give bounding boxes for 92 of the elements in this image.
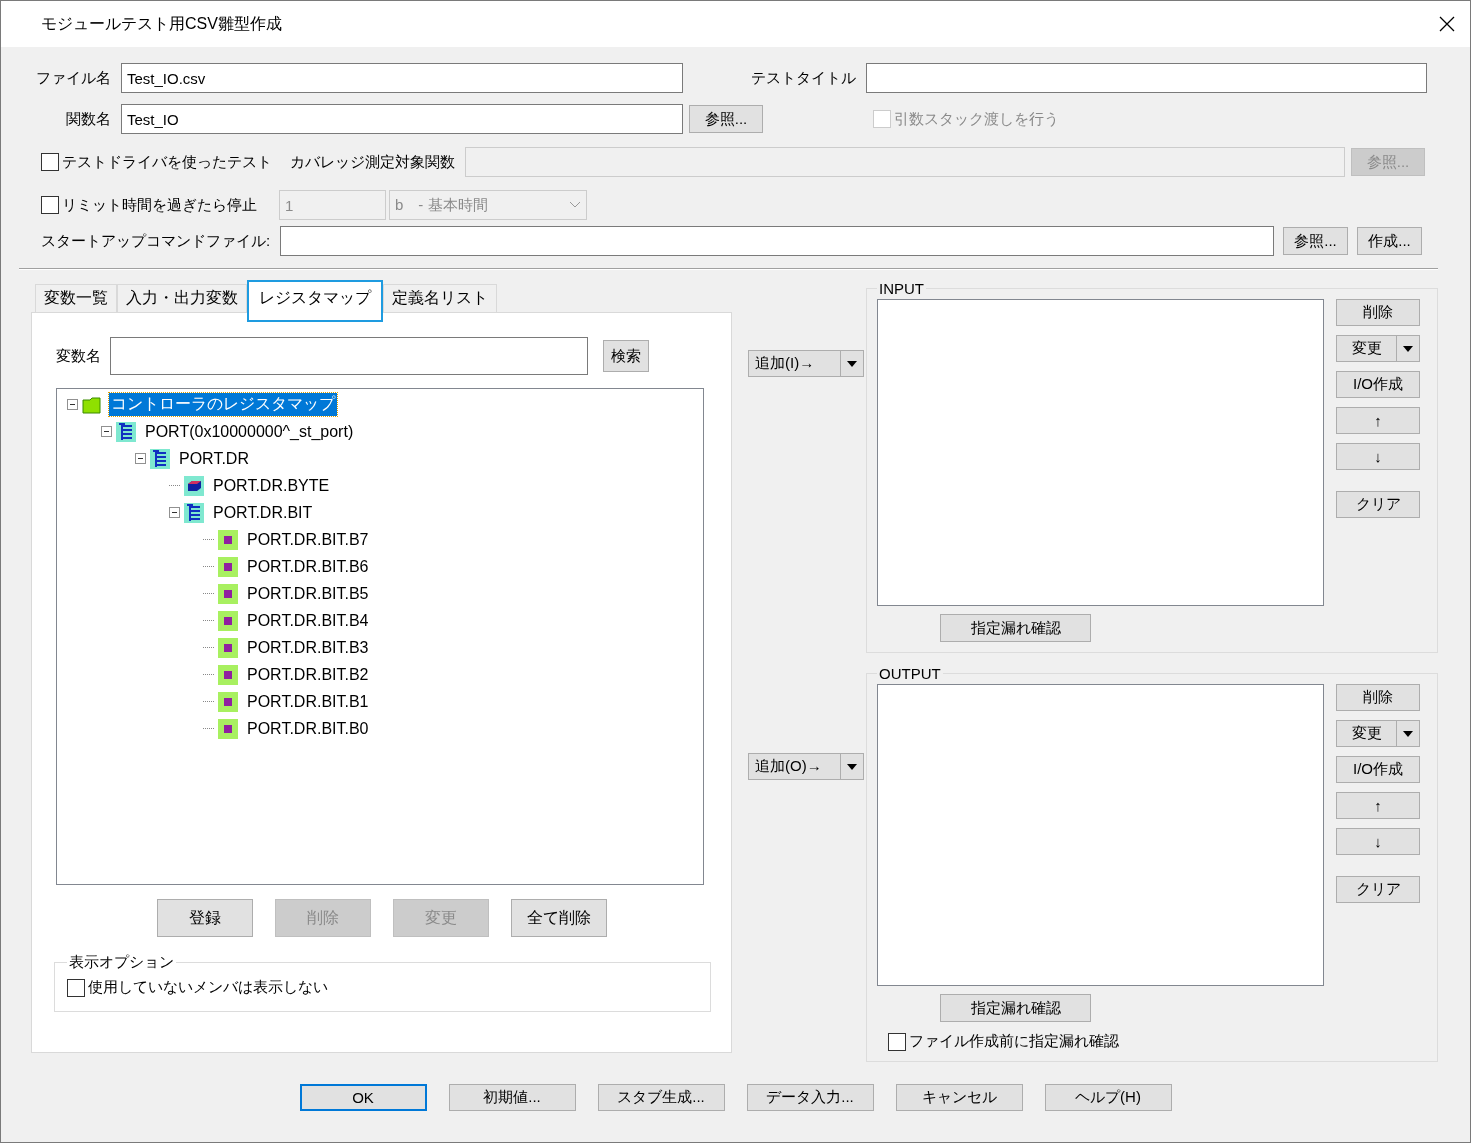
caret-icon <box>1403 730 1413 737</box>
tree-item[interactable]: PORT.DR.BIT <box>211 502 315 523</box>
collapse-icon[interactable] <box>169 507 180 518</box>
checkbox-label: 使用していないメンバは表示しない <box>88 978 328 997</box>
checkbox-label: ファイル作成前に指定漏れ確認 <box>909 1032 1119 1051</box>
block-icon <box>184 475 204 496</box>
checkbox[interactable] <box>888 1032 906 1051</box>
push-button[interactable]: 初期値... <box>448 1084 576 1111</box>
push-button[interactable]: 作成... <box>1357 227 1422 255</box>
text-field[interactable]: Test_IO.csv <box>121 63 683 93</box>
bit-icon <box>218 637 238 658</box>
push-button[interactable]: 全て削除 <box>510 899 607 937</box>
push-button[interactable]: OK <box>299 1084 427 1111</box>
checkbox-label: テストドライバを使ったテスト <box>62 152 272 172</box>
bit-icon <box>218 556 238 577</box>
push-button[interactable]: クリア <box>1336 491 1420 518</box>
text-field[interactable]: Test_IO <box>121 104 683 134</box>
group-title: OUTPUT <box>878 665 942 682</box>
tree-item[interactable]: PORT.DR.BIT.B4 <box>245 610 371 631</box>
window-title: モジュールテスト用CSV雛型作成 <box>41 13 282 34</box>
tab[interactable]: 入力・出力変数 <box>117 284 247 312</box>
chevron-icon <box>569 201 581 209</box>
push-button[interactable]: I/O作成 <box>1336 371 1420 398</box>
push-button[interactable]: 削除 <box>1336 299 1420 326</box>
caret-icon <box>1403 345 1413 352</box>
tree-item[interactable]: PORT.DR.BIT.B6 <box>245 556 371 577</box>
tree-item[interactable]: PORT.DR.BIT.B3 <box>245 637 371 658</box>
checkbox-label: 引数スタック渡しを行う <box>894 109 1059 129</box>
checkbox[interactable] <box>41 153 59 171</box>
field-label: ファイル名 <box>35 68 111 88</box>
push-button[interactable]: I/O作成 <box>1336 756 1420 783</box>
push-button[interactable]: 指定漏れ確認 <box>940 614 1091 642</box>
tree-item[interactable]: PORT.DR.BIT.B0 <box>245 718 371 739</box>
bit-icon <box>218 691 238 712</box>
text-field[interactable] <box>866 63 1427 93</box>
tree-item[interactable]: PORT.DR.BIT.B7 <box>245 529 371 550</box>
search-button[interactable]: 検索 <box>603 340 649 372</box>
collapse-icon[interactable] <box>135 453 146 464</box>
close-icon[interactable] <box>1438 15 1456 33</box>
caret-icon <box>847 763 857 770</box>
push-button[interactable]: 参照... <box>1283 227 1348 255</box>
folder-icon <box>82 394 102 415</box>
field-label: スタートアップコマンドファイル: <box>41 231 271 251</box>
bit-icon <box>218 718 238 739</box>
push-button[interactable]: 指定漏れ確認 <box>940 994 1091 1022</box>
add-button[interactable]: 追加(I)→ <box>748 350 864 377</box>
push-button[interactable]: 登録 <box>156 899 253 937</box>
checkbox[interactable] <box>41 196 59 214</box>
push-button[interactable]: ヘルプ(H) <box>1044 1084 1172 1111</box>
text-field[interactable] <box>280 226 1274 256</box>
collapse-icon[interactable] <box>67 399 78 410</box>
split-button[interactable]: 変更 <box>1336 720 1420 747</box>
tree-item[interactable]: PORT.DR.BIT.B5 <box>245 583 371 604</box>
search-field[interactable] <box>110 337 588 375</box>
push-button[interactable]: ↑ <box>1336 407 1420 434</box>
push-button[interactable]: 削除 <box>1336 684 1420 711</box>
push-button[interactable]: ↑ <box>1336 792 1420 819</box>
caret-icon <box>847 360 857 367</box>
push-button[interactable]: データ入力... <box>746 1084 874 1111</box>
list-icon <box>184 502 204 523</box>
tab[interactable]: レジスタマップ <box>247 280 383 322</box>
field-label: カバレッジ測定対象関数 <box>290 152 455 172</box>
bit-icon <box>218 583 238 604</box>
tab[interactable]: 定義名リスト <box>383 284 497 312</box>
group-title: INPUT <box>878 280 925 297</box>
push-button[interactable]: キャンセル <box>895 1084 1023 1111</box>
push-button[interactable]: ↓ <box>1336 828 1420 855</box>
push-button[interactable]: ↓ <box>1336 443 1420 470</box>
tree-item[interactable]: PORT.DR.BIT.B1 <box>245 691 371 712</box>
bit-icon <box>218 664 238 685</box>
split-button[interactable]: 変更 <box>1336 335 1420 362</box>
list-icon <box>150 448 170 469</box>
tree-item[interactable]: PORT(0x10000000^_st_port) <box>143 421 356 442</box>
field-label: 関数名 <box>65 109 111 129</box>
tab[interactable]: 変数一覧 <box>35 284 117 312</box>
field-label: 変数名 <box>56 346 101 366</box>
checkbox[interactable] <box>67 978 85 997</box>
bit-icon <box>218 529 238 550</box>
list-icon <box>116 421 136 442</box>
field-label: テストタイトル <box>750 68 856 88</box>
push-button[interactable]: 参照... <box>689 105 763 133</box>
add-button[interactable]: 追加(O)→ <box>748 753 864 780</box>
tree-item[interactable]: コントローラのレジスタマップ <box>109 393 337 416</box>
checkbox-label: リミット時間を過ぎたら停止 <box>62 195 257 215</box>
push-button[interactable]: スタブ生成... <box>597 1084 725 1111</box>
tree-item[interactable]: PORT.DR.BYTE <box>211 475 332 496</box>
collapse-icon[interactable] <box>101 426 112 437</box>
tree-item[interactable]: PORT.DR.BIT.B2 <box>245 664 371 685</box>
push-button[interactable]: クリア <box>1336 876 1420 903</box>
tree-item[interactable]: PORT.DR <box>177 448 251 469</box>
group-title: 表示オプション <box>68 953 175 972</box>
bit-icon <box>218 610 238 631</box>
